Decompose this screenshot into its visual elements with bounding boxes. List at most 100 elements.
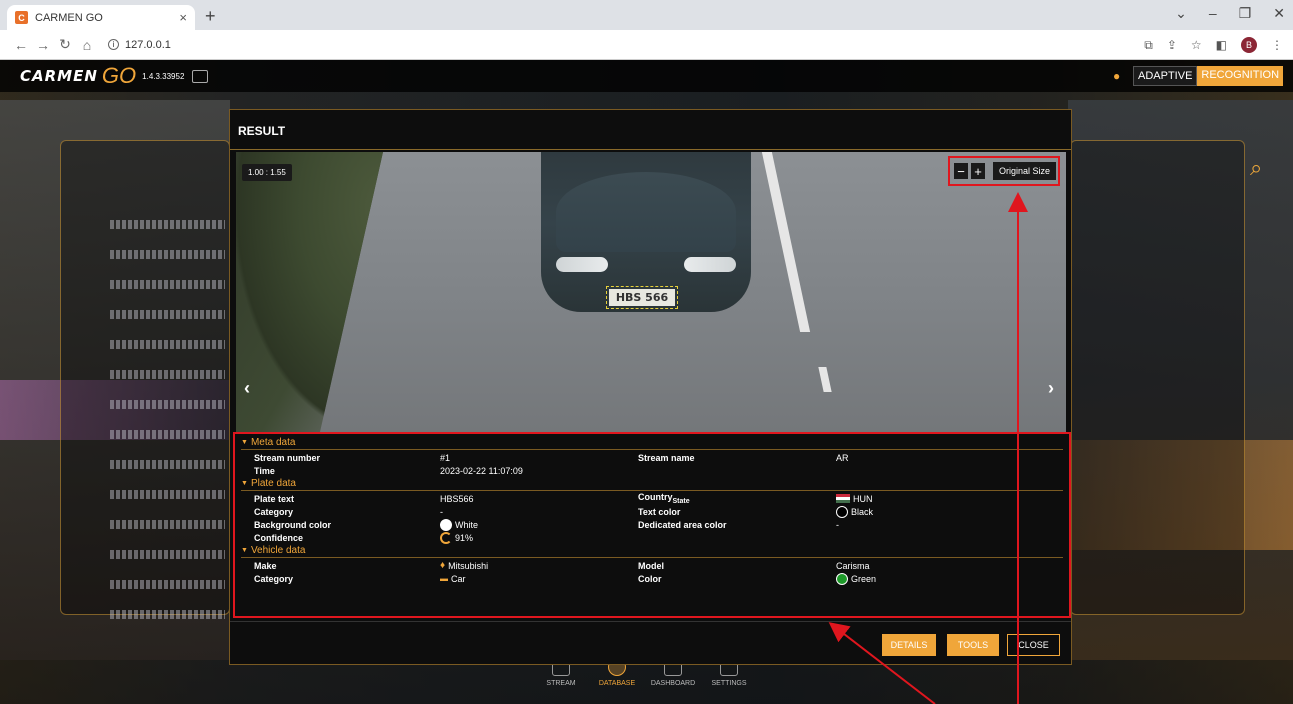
nav-label: SETTINGS	[711, 680, 747, 687]
tab-search-icon[interactable]: ⌄	[1175, 5, 1187, 22]
modal-footer: DETAILS TOOLS CLOSE	[230, 621, 1071, 664]
plate-data-header[interactable]: ▼ Plate data	[241, 477, 1063, 491]
vehicle-image-hood	[556, 172, 736, 252]
next-image-icon[interactable]: ›	[1048, 378, 1054, 399]
country-label: Country	[638, 492, 673, 503]
carmen-favicon-icon: C	[15, 11, 28, 24]
close-window-icon[interactable]: ✕	[1273, 5, 1285, 22]
vehicle-image-lane	[818, 367, 832, 392]
zoom-in-button[interactable]: +	[971, 163, 985, 179]
country-sub-label: State	[672, 497, 690, 505]
list-item	[110, 370, 225, 379]
vehicle-category-value: ▬ Car	[440, 574, 638, 584]
data-row: Category - Text color Black	[241, 505, 1063, 518]
section-title: Plate data	[250, 478, 296, 489]
field-label: Stream name	[638, 452, 695, 463]
zoom-out-button[interactable]: −	[954, 163, 968, 179]
data-row: Time 2023-02-22 11:07:09	[241, 464, 1063, 477]
vehicle-category-text: Car	[451, 573, 466, 584]
image-viewer[interactable]: HBS 566 1.00 : 1.55 − + Original Size ‹ …	[236, 152, 1066, 432]
field-label: Plate text	[254, 493, 295, 504]
browser-tab[interactable]: C CARMEN GO ×	[7, 5, 195, 30]
app-header: CARMEN GO 1.4.3.33952 ● ADAPTIVE RECOGNI…	[0, 60, 1293, 92]
list-item	[110, 430, 225, 439]
address-bar: ← → ↻ ⌂ i 127.0.0.1 ⧉ ⇪ ☆ ◧ B ⋮	[0, 30, 1293, 60]
minimize-icon[interactable]: –	[1209, 5, 1217, 22]
profile-avatar[interactable]: B	[1241, 37, 1257, 53]
bg-color-value: White	[440, 518, 638, 531]
vehicle-image-car: HBS 566	[541, 152, 751, 312]
details-button[interactable]: DETAILS	[882, 634, 936, 656]
field-label: Category	[254, 573, 294, 584]
new-tab-button[interactable]: +	[205, 6, 216, 27]
vehicle-data-header[interactable]: ▼ Vehicle data	[241, 544, 1063, 558]
window-controls: ⌄ – ❐ ✕	[1175, 5, 1285, 22]
brand-logo: ADAPTIVE RECOGNITION	[1133, 66, 1284, 86]
bookmark-star-icon[interactable]: ☆	[1191, 38, 1202, 52]
collapse-triangle-icon: ▼	[241, 439, 248, 446]
app-viewport: ⌕ CARMEN GO 1.4.3.33952 ● ADAPTIVE RECOG…	[0, 60, 1293, 704]
field-label: Background color	[254, 519, 332, 530]
tab-close-icon[interactable]: ×	[179, 10, 187, 25]
message-icon[interactable]	[192, 69, 209, 83]
filter-panel	[1070, 140, 1245, 615]
previous-image-icon[interactable]: ‹	[244, 378, 250, 399]
list-item	[110, 280, 225, 289]
list-item	[110, 400, 225, 409]
data-row: Plate text HBS566 CountryState HUN	[241, 492, 1063, 505]
url-field[interactable]: i 127.0.0.1	[108, 39, 171, 51]
tools-button[interactable]: TOOLS	[947, 634, 999, 656]
list-item	[110, 580, 225, 589]
field-label: Time	[254, 465, 275, 476]
close-button[interactable]: CLOSE	[1007, 634, 1060, 656]
search-icon[interactable]: ⌕	[1250, 155, 1262, 181]
field-label: Color	[638, 573, 662, 584]
sidepanel-icon[interactable]: ◧	[1216, 38, 1227, 52]
back-icon[interactable]: ←	[10, 37, 32, 53]
country-value: HUN	[836, 494, 1036, 504]
original-size-button[interactable]: Original Size	[993, 162, 1057, 180]
collapse-triangle-icon: ▼	[241, 547, 248, 554]
result-modal: RESULT HBS 566 1.00 : 1.55 − + Original …	[229, 109, 1072, 665]
go-logo: GO	[101, 63, 137, 88]
text-color-value: Black	[836, 505, 1036, 518]
plate-detection-box: HBS 566	[606, 286, 678, 309]
translate-icon[interactable]: ⧉	[1144, 38, 1153, 53]
stream-name-value: AR	[836, 452, 849, 463]
forward-icon[interactable]: →	[32, 37, 54, 53]
modal-title: RESULT	[230, 110, 1071, 150]
user-icon[interactable]: ●	[1113, 69, 1120, 83]
make-text: Mitsubishi	[448, 560, 489, 571]
field-label: Make	[254, 560, 277, 571]
brand-left: ADAPTIVE	[1133, 66, 1198, 86]
list-item	[110, 460, 225, 469]
site-info-icon[interactable]: i	[108, 39, 119, 50]
list-item	[110, 310, 225, 319]
carmen-logo: CARMEN	[20, 67, 98, 85]
meta-data-header[interactable]: ▼ Meta data	[241, 436, 1063, 450]
field-label: Category	[254, 506, 294, 517]
list-item	[110, 340, 225, 349]
vehicle-color-value: Green	[836, 572, 1036, 585]
browser-tabbar: C CARMEN GO × + ⌄ – ❐ ✕	[0, 0, 1293, 30]
section-title: Meta data	[250, 437, 296, 448]
home-icon[interactable]: ⌂	[76, 37, 98, 53]
stream-number-value: #1	[440, 452, 451, 463]
data-row: Stream number #1 Stream name AR	[241, 451, 1063, 464]
field-label: Stream number	[254, 452, 321, 463]
color-swatch-icon	[440, 518, 452, 531]
confidence-ring-icon	[440, 531, 452, 544]
color-swatch-icon	[836, 572, 848, 585]
vehicle-image-lane	[761, 152, 811, 332]
maximize-icon[interactable]: ❐	[1239, 5, 1252, 22]
time-value: 2023-02-22 11:07:09	[440, 465, 523, 476]
reload-icon[interactable]: ↻	[54, 36, 76, 53]
browser-menu-icon[interactable]: ⋮	[1271, 38, 1283, 52]
url-text: 127.0.0.1	[125, 38, 171, 51]
bg-color-text: White	[455, 519, 479, 530]
share-icon[interactable]: ⇪	[1167, 38, 1177, 52]
dedicated-area-value: -	[836, 519, 839, 530]
plate-category-value: -	[440, 506, 443, 517]
vehicle-image-headlight	[684, 257, 736, 272]
collapse-triangle-icon: ▼	[241, 480, 248, 487]
